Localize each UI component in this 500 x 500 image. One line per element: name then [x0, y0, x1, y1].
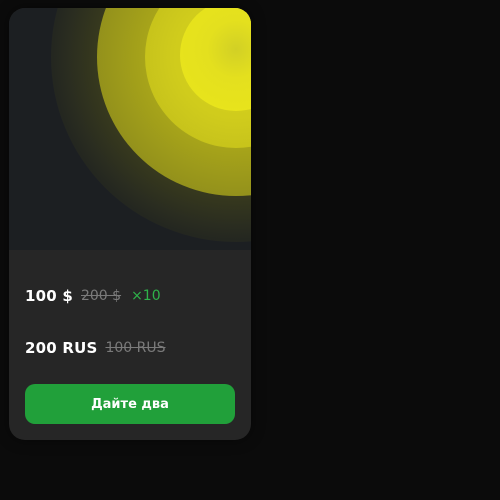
- old-price-rus: 100 RUS: [105, 340, 166, 356]
- current-price: 100 $: [25, 287, 73, 305]
- old-price: 200 $: [80, 288, 122, 304]
- multiplier-badge: ×10: [131, 288, 161, 304]
- price-row-rus: 200 RUS 100 RUS: [25, 330, 166, 366]
- price-row-usd: 100 $ 200 $ ×10: [25, 278, 161, 314]
- offer-card: 100 $ 200 $ ×10 200 RUS 100 RUS Дайте дв…: [9, 8, 251, 440]
- hero-graphic: [9, 8, 251, 250]
- give-two-button[interactable]: Дайте два: [25, 384, 235, 424]
- page-background: 100 $ 200 $ ×10 200 RUS 100 RUS Дайте дв…: [0, 0, 500, 500]
- current-price-rus: 200 RUS: [25, 339, 98, 357]
